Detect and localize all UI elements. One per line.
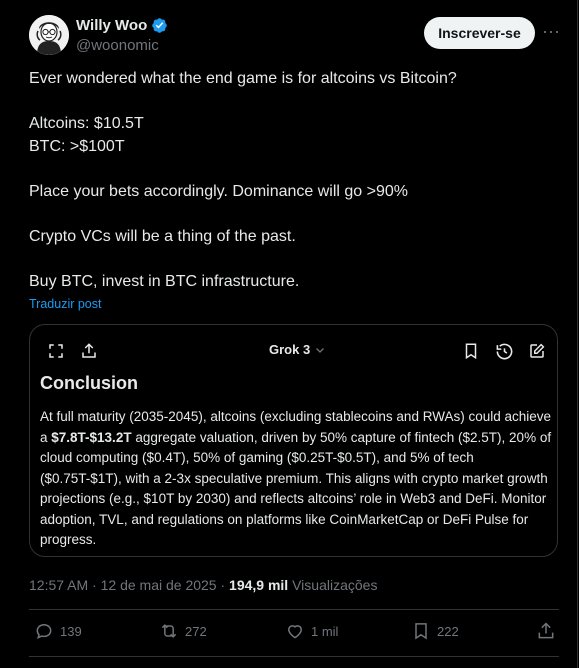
tweet-text: Ever wondered what the end game is for a… <box>29 68 549 293</box>
conclusion-title: Conclusion <box>40 373 138 393</box>
like-button[interactable]: 1 mil <box>285 621 338 641</box>
like-count: 1 mil <box>311 623 339 639</box>
repost-count: 272 <box>185 623 207 639</box>
avatar[interactable] <box>29 15 69 55</box>
grok-model-selector[interactable]: Grok 3 <box>269 342 326 357</box>
tweet-time[interactable]: 12:57 AM <box>29 577 88 593</box>
bookmark-button[interactable]: 222 <box>411 621 459 641</box>
tweet-meta: 12:57 AM · 12 de mai de 2025 · 194,9 mil… <box>29 577 377 593</box>
expand-icon[interactable] <box>46 341 66 361</box>
heart-icon <box>287 625 303 639</box>
tweet-line: Altcoins: $10.5T <box>29 115 144 132</box>
divider <box>29 609 559 610</box>
repost-icon <box>161 624 177 638</box>
avatar-illustration <box>29 15 69 55</box>
share-icon[interactable] <box>79 341 99 361</box>
chevron-down-icon <box>316 347 325 353</box>
tweet-actions: 139 272 1 mil 222 <box>29 621 559 645</box>
reply-icon <box>36 623 52 640</box>
share-button[interactable] <box>536 621 556 641</box>
bookmark-count: 222 <box>437 623 459 639</box>
meta-separator: · <box>92 577 97 593</box>
edit-icon[interactable] <box>527 341 547 361</box>
bookmark-icon <box>415 623 427 640</box>
divider <box>29 656 559 657</box>
tweet-line: Buy BTC, invest in BTC infrastructure. <box>29 272 300 290</box>
reply-count: 139 <box>60 623 82 639</box>
views-count: 194,9 mil <box>229 577 289 593</box>
views-label: Visualizações <box>292 577 378 593</box>
more-options-icon[interactable]: ··· <box>540 22 562 44</box>
tweet-line: Ever wondered what the end game is for a… <box>29 70 457 87</box>
tweet-line: Place your bets accordingly. Dominance w… <box>29 182 409 200</box>
conclusion-body: At full maturity (2035-2045), altcoins (… <box>40 407 552 551</box>
bookmark-icon[interactable] <box>461 341 481 361</box>
verified-badge-icon <box>151 17 168 34</box>
author-name[interactable]: Willy Woo <box>76 17 147 34</box>
author-name-row[interactable]: Willy Woo <box>76 17 168 34</box>
author-handle[interactable]: @woonomic <box>76 37 159 54</box>
conclusion-text: aggregate valuation, driven by 50% captu… <box>40 429 552 548</box>
tweet-line: Crypto VCs will be a thing of the past. <box>29 227 296 245</box>
history-icon[interactable] <box>494 341 514 361</box>
meta-separator: · <box>220 577 226 593</box>
repost-button[interactable]: 272 <box>159 621 207 641</box>
reply-button[interactable]: 139 <box>34 621 82 641</box>
tweet-date[interactable]: 12 de mai de 2025 <box>101 577 217 593</box>
translate-post-link[interactable]: Traduzir post <box>29 297 101 311</box>
share-icon <box>538 622 554 639</box>
grok-model-label: Grok 3 <box>269 342 311 357</box>
follow-button[interactable]: Inscrever-se <box>424 17 535 49</box>
grok-card[interactable]: Grok 3 Conclusion At full maturity (2035… <box>29 324 558 557</box>
conclusion-highlight: $7.8T-$13.2T <box>51 429 132 445</box>
tweet-line: BTC: >$100T <box>29 137 125 155</box>
